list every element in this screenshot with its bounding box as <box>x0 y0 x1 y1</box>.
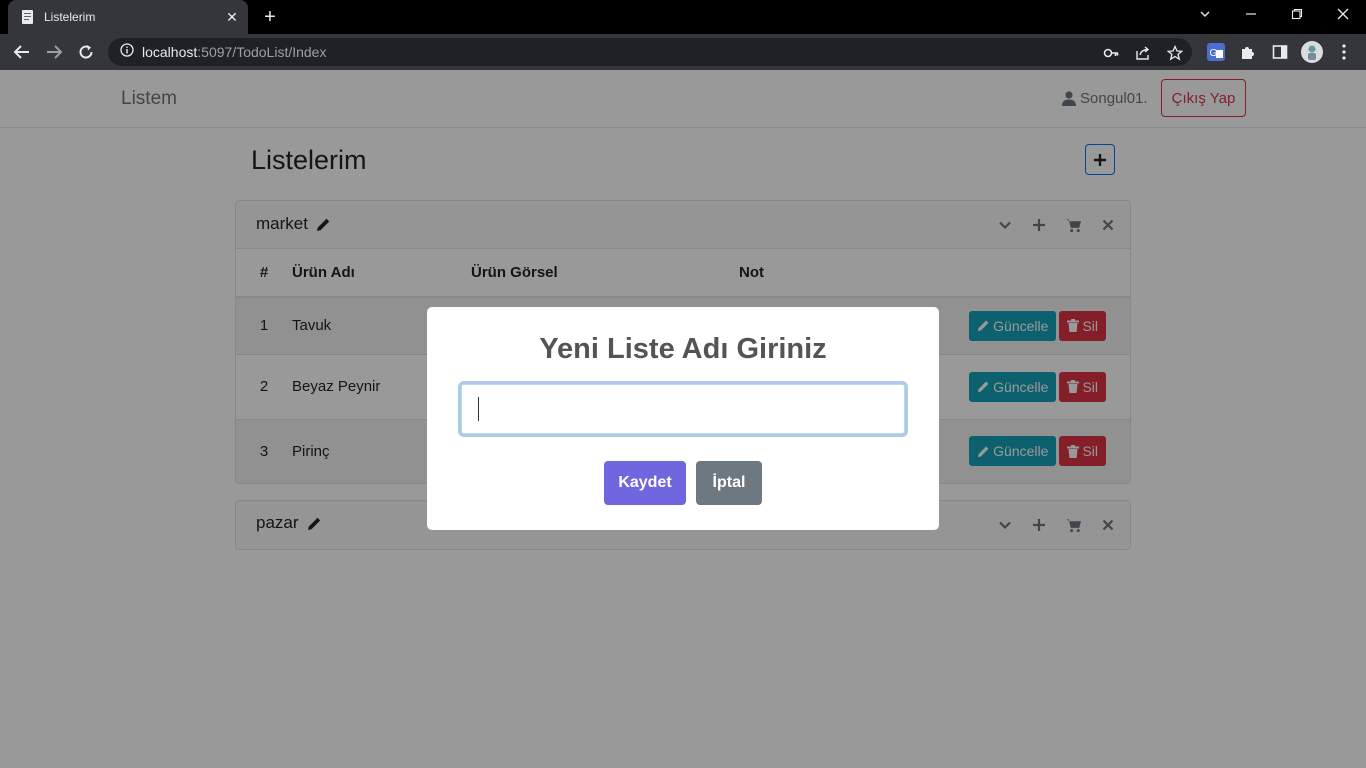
url-path: :5097/TodoList/Index <box>197 44 327 60</box>
new-list-dialog: Yeni Liste Adı Giriniz Kaydet İptal <box>427 307 939 530</box>
url-host: localhost <box>142 44 198 60</box>
extensions-puzzle-icon[interactable] <box>1238 42 1258 62</box>
tab-title: Listelerim <box>44 10 96 24</box>
restore-icon[interactable] <box>1274 0 1320 30</box>
browser-tabbar: Listelerim ✕ + <box>0 0 1366 34</box>
minimize-icon[interactable] <box>1228 0 1274 30</box>
cancel-button[interactable]: İptal <box>696 461 762 505</box>
side-panel-icon[interactable] <box>1270 42 1290 62</box>
translate-extension-icon[interactable]: G <box>1206 42 1226 62</box>
text-caret <box>478 397 479 421</box>
back-icon[interactable] <box>10 40 34 64</box>
password-key-icon[interactable] <box>1102 44 1120 62</box>
share-icon[interactable] <box>1134 44 1152 62</box>
tab-search-icon[interactable] <box>1182 0 1228 30</box>
bookmark-star-icon[interactable] <box>1166 44 1184 62</box>
browser-toolbar: localhost:5097/TodoList/Index G <box>0 34 1366 70</box>
tab-close-icon[interactable]: ✕ <box>224 9 240 25</box>
address-bar[interactable]: localhost:5097/TodoList/Index <box>108 38 1192 66</box>
forward-icon[interactable] <box>42 40 66 64</box>
window-close-icon[interactable] <box>1320 0 1366 30</box>
new-tab-icon[interactable]: + <box>258 6 282 30</box>
save-button[interactable]: Kaydet <box>604 461 686 505</box>
browser-tab[interactable]: Listelerim ✕ <box>8 0 248 34</box>
profile-avatar[interactable] <box>1301 41 1323 63</box>
site-info-icon[interactable] <box>120 42 134 62</box>
reload-icon[interactable] <box>74 40 98 64</box>
page-favicon-icon <box>20 9 36 25</box>
dialog-title: Yeni Liste Adı Giriniz <box>539 333 827 365</box>
list-name-input[interactable] <box>461 384 905 434</box>
browser-menu-icon[interactable] <box>1334 42 1354 62</box>
